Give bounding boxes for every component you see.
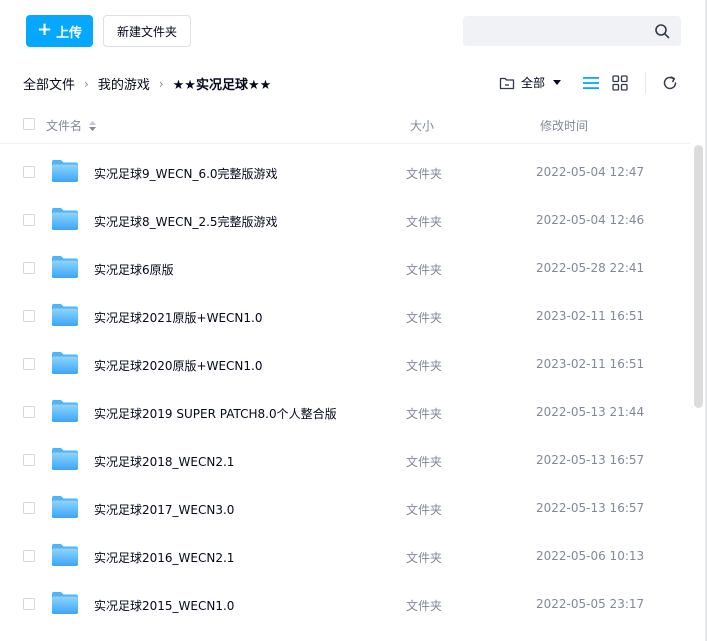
upload-label: 上传 [56, 25, 83, 41]
table-header: 文件名 大小 修改时间 [0, 108, 690, 144]
file-size: 文件夹 [406, 311, 443, 325]
folder-icon [52, 400, 78, 422]
file-name[interactable]: 实况足球2017_WECN3.0 [94, 501, 234, 518]
file-type-filter[interactable]: 全部 [499, 74, 562, 91]
breadcrumb-item-all-files[interactable]: 全部文件 [23, 74, 75, 93]
row-checkbox[interactable] [23, 502, 35, 514]
refresh-icon[interactable] [662, 75, 678, 91]
folder-icon [52, 496, 78, 518]
folder-icon [52, 160, 78, 182]
file-size: 文件夹 [406, 407, 443, 421]
file-name[interactable]: 实况足球2018_WECN2.1 [94, 453, 234, 470]
file-modified-time: 2023-02-11 16:51 [536, 309, 645, 323]
row-checkbox[interactable] [23, 214, 35, 226]
folder-icon [52, 352, 78, 374]
select-all-checkbox[interactable] [23, 118, 35, 130]
file-size: 文件夹 [406, 263, 443, 277]
table-row[interactable]: 实况足球2015_WECN1.0 文件夹 2022-05-05 23:17 [0, 580, 690, 628]
row-checkbox[interactable] [23, 166, 35, 178]
table-row[interactable]: 实况足球6原版 文件夹 2022-05-28 22:41 [0, 244, 690, 292]
search-input[interactable] [473, 21, 643, 41]
file-modified-time: 2022-05-28 22:41 [536, 261, 645, 275]
folder-icon [52, 208, 78, 230]
file-modified-time: 2022-05-04 12:46 [536, 213, 645, 227]
table-row[interactable]: 实况足球2017_WECN3.0 文件夹 2022-05-13 16:57 [0, 484, 690, 532]
filter-label: 全部 [521, 76, 546, 90]
row-checkbox[interactable] [23, 598, 35, 610]
chevron-right-icon: › [158, 76, 164, 91]
file-size: 文件夹 [406, 359, 443, 373]
file-name[interactable]: 实况足球2016_WECN2.1 [94, 549, 234, 566]
folder-icon [52, 592, 78, 614]
folder-icon [52, 304, 78, 326]
file-size: 文件夹 [406, 503, 443, 517]
file-list: 实况足球9_WECN_6.0完整版游戏 文件夹 2022-05-04 12:47 实况… [0, 148, 690, 628]
row-checkbox[interactable] [23, 406, 35, 418]
new-folder-label: 新建文件夹 [116, 24, 177, 39]
plus-icon: + [36, 19, 53, 40]
toolbar: + 上传 新建文件夹 [0, 0, 707, 62]
folder-icon [52, 544, 78, 566]
new-folder-button[interactable]: 新建文件夹 [103, 15, 191, 47]
upload-button[interactable]: + 上传 [26, 15, 93, 47]
file-modified-time: 2022-05-13 21:44 [536, 405, 645, 419]
caret-down-icon [553, 80, 562, 85]
file-modified-time: 2022-05-05 23:17 [536, 597, 645, 611]
file-modified-time: 2022-05-13 16:57 [536, 453, 645, 467]
search-icon[interactable] [654, 23, 670, 39]
row-checkbox[interactable] [23, 454, 35, 466]
table-row[interactable]: 实况足球2021原版+WECN1.0 文件夹 2023-02-11 16:51 [0, 292, 690, 340]
file-size: 文件夹 [406, 455, 443, 469]
table-row[interactable]: 实况足球2018_WECN2.1 文件夹 2022-05-13 16:57 [0, 436, 690, 484]
list-view-icon[interactable] [582, 75, 600, 91]
toolbar-divider [645, 72, 646, 94]
file-name[interactable]: 实况足球6原版 [94, 261, 174, 278]
table-row[interactable]: 实况足球8_WECN_2.5完整版游戏 文件夹 2022-05-04 12:46 [0, 196, 690, 244]
row-checkbox[interactable] [23, 310, 35, 322]
breadcrumb-bar: 全部文件 › 我的游戏 › ★★实况足球★★ 全部 [0, 66, 707, 100]
grid-view-icon[interactable] [612, 75, 628, 91]
table-row[interactable]: 实况足球2020原版+WECN1.0 文件夹 2023-02-11 16:51 [0, 340, 690, 388]
file-name[interactable]: 实况足球9_WECN_6.0完整版游戏 [94, 165, 278, 182]
column-header-name-label: 文件名 [46, 119, 83, 133]
row-checkbox[interactable] [23, 358, 35, 370]
file-modified-time: 2023-02-11 16:51 [536, 357, 645, 371]
file-size: 文件夹 [406, 599, 443, 613]
file-name[interactable]: 实况足球2021原版+WECN1.0 [94, 309, 262, 326]
folder-filter-icon [499, 77, 515, 89]
table-row[interactable]: 实况足球2016_WECN2.1 文件夹 2022-05-06 10:13 [0, 532, 690, 580]
search-box [463, 16, 681, 46]
file-name[interactable]: 实况足球2019 SUPER PATCH8.0个人整合版 [94, 405, 337, 422]
file-size: 文件夹 [406, 215, 443, 229]
sort-icon[interactable] [88, 120, 97, 132]
column-header-size[interactable]: 大小 [410, 117, 434, 134]
file-name[interactable]: 实况足球8_WECN_2.5完整版游戏 [94, 213, 278, 230]
file-size: 文件夹 [406, 167, 443, 181]
breadcrumb: 全部文件 › 我的游戏 › ★★实况足球★★ [23, 74, 272, 94]
breadcrumb-current: ★★实况足球★★ [172, 78, 272, 93]
chevron-right-icon: › [84, 76, 89, 91]
row-checkbox[interactable] [23, 550, 35, 562]
file-name[interactable]: 实况足球2015_WECN1.0 [94, 597, 234, 614]
file-size: 文件夹 [406, 551, 443, 565]
table-row[interactable]: 实况足球9_WECN_6.0完整版游戏 文件夹 2022-05-04 12:47 [0, 148, 690, 196]
column-header-name[interactable]: 文件名 [46, 117, 97, 134]
folder-icon [52, 448, 78, 470]
column-header-time[interactable]: 修改时间 [540, 117, 588, 134]
scrollbar-thumb[interactable] [694, 145, 703, 408]
breadcrumb-item-my-games[interactable]: 我的游戏 [98, 74, 150, 93]
file-modified-time: 2022-05-04 12:47 [536, 165, 645, 179]
folder-icon [52, 256, 78, 278]
file-modified-time: 2022-05-13 16:57 [536, 501, 645, 515]
file-name[interactable]: 实况足球2020原版+WECN1.0 [94, 357, 262, 374]
table-row[interactable]: 实况足球2019 SUPER PATCH8.0个人整合版 文件夹 2022-05-1… [0, 388, 690, 436]
file-modified-time: 2022-05-06 10:13 [536, 549, 645, 563]
row-checkbox[interactable] [23, 262, 35, 274]
